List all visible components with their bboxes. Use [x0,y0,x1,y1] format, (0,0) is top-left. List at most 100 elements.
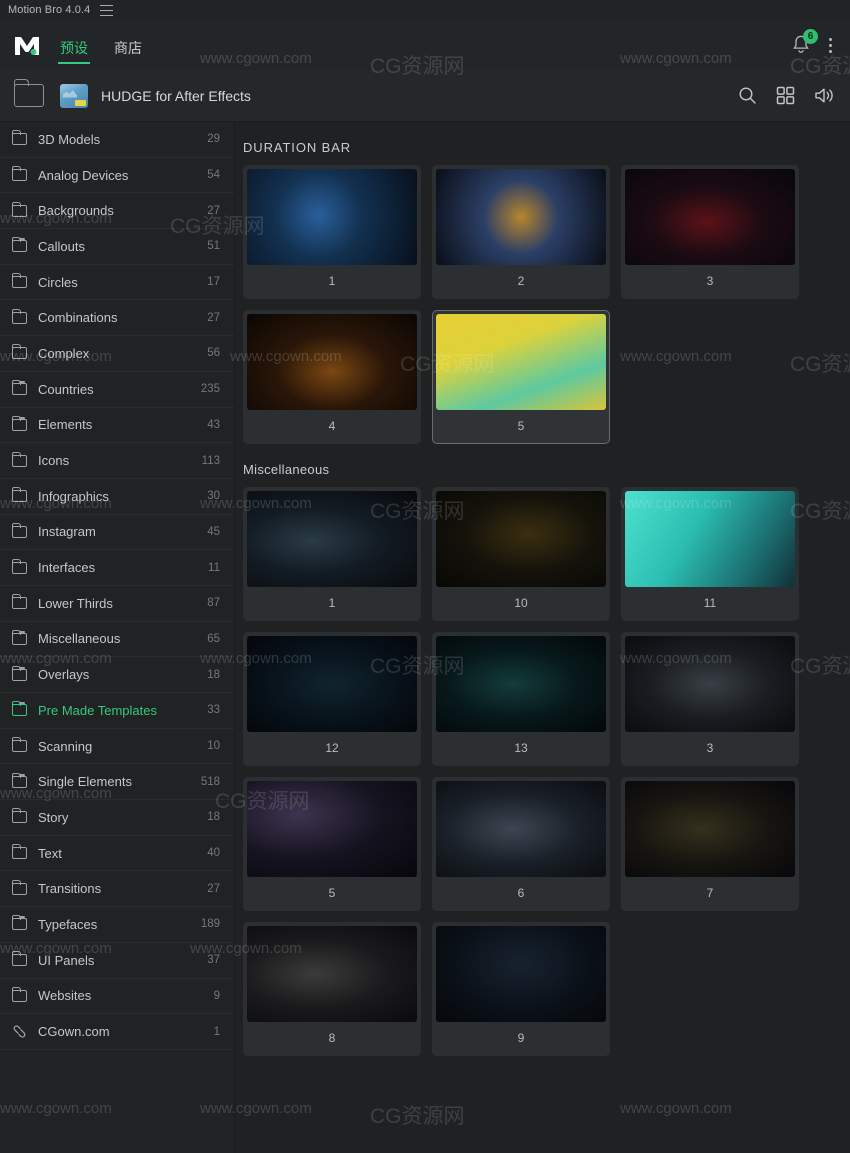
app-title: Motion Bro 4.0.4 [8,4,91,16]
sidebar-item-instagram[interactable]: Instagram 45 [0,515,234,551]
preset-card[interactable]: 5 [243,777,421,911]
sidebar-item-count: 518 [200,775,220,788]
sidebar-item-story[interactable]: Story 18 [0,800,234,836]
sidebar-item-countries[interactable]: Countries 235 [0,372,234,408]
preset-card[interactable]: 4 [243,310,421,444]
sidebar-item-overlays[interactable]: Overlays 18 [0,657,234,693]
link-icon [12,1025,27,1038]
sidebar-item-complex[interactable]: Complex 56 [0,336,234,372]
preset-card-label: 6 [517,886,525,900]
folder-up-icon[interactable] [13,79,44,107]
preset-thumbnail [436,314,606,410]
sidebar-item-elements[interactable]: Elements 43 [0,408,234,444]
sidebar-item-lower-thirds[interactable]: Lower Thirds 87 [0,586,234,622]
sidebar-item-label: Elements [38,417,93,433]
folder-icon [11,737,27,753]
section-title: Miscellaneous [243,462,330,477]
sidebar-item-count: 43 [207,418,220,431]
sidebar-item-scanning[interactable]: Scanning 10 [0,729,234,765]
preset-card-label: 2 [517,274,525,288]
hamburger-icon[interactable] [100,4,114,16]
preset-thumbnail [625,636,795,732]
preset-card[interactable]: 7 [621,777,799,911]
sidebar-item-label: Icons [38,453,70,469]
folder-open-icon [11,772,27,788]
sidebar-item-count: 65 [207,632,220,645]
sidebar-item-transitions[interactable]: Transitions 27 [0,871,234,908]
header-tabs: 预设 商店 [58,20,144,70]
sidebar-item-label: Websites [38,988,92,1004]
sidebar-item-text[interactable]: Text 40 [0,836,234,872]
preset-thumbnail [436,781,606,877]
sidebar-item-pre-made-templates[interactable]: Pre Made Templates 33 [0,693,234,729]
more-options-icon[interactable] [825,36,836,55]
folder-open-icon [11,629,27,645]
preset-card-label: 5 [517,419,525,433]
preset-card[interactable]: 2 [432,165,610,299]
sidebar-item-single-elements[interactable]: Single Elements 518 [0,764,234,801]
sidebar-item-callouts[interactable]: Callouts 51 [0,229,234,265]
sidebar-item-label: Interfaces [38,560,96,576]
sidebar-item-count: 87 [207,597,220,610]
preset-card[interactable]: 6 [432,777,610,911]
preset-card[interactable]: 11 [621,487,799,621]
preset-card[interactable]: 8 [243,922,421,1056]
grid-view-icon[interactable] [776,86,795,105]
preset-card[interactable]: 1 [243,165,421,299]
sidebar-item-icons[interactable]: Icons 113 [0,443,234,479]
sidebar-item-label: Typefaces [38,916,98,932]
tab-store[interactable]: 商店 [112,20,144,70]
motion-bro-logo [12,30,42,60]
sidebar-item-count: 45 [207,525,220,538]
sidebar-item-label: Callouts [38,238,85,254]
folder-open-icon [11,415,27,431]
preset-card[interactable]: 13 [432,632,610,766]
sidebar-item-label: Combinations [38,310,118,326]
sidebar-item-label: Pre Made Templates [38,702,157,718]
sidebar-item-backgrounds[interactable]: Backgrounds 27 [0,193,234,230]
notifications-button[interactable]: 6 [791,29,818,56]
preset-thumbnail [247,169,417,265]
sidebar-item-infographics[interactable]: Infographics 30 [0,479,234,515]
tab-presets[interactable]: 预设 [58,20,90,70]
preset-card[interactable]: 12 [243,632,421,766]
preset-card[interactable]: 1 [243,487,421,621]
sidebar-item-typefaces[interactable]: Typefaces 189 [0,907,234,943]
preset-card[interactable]: 5 [432,310,610,444]
sidebar-item-label: Miscellaneous [38,631,121,647]
folder-icon [11,986,27,1002]
folder-icon [11,308,27,324]
sidebar-item-websites[interactable]: Websites 9 [0,979,234,1015]
category-sidebar[interactable]: 3D Models 29 Analog Devices 54 Backgrounds 27… [0,122,235,1153]
preset-card[interactable]: 3 [621,632,799,766]
breadcrumb-actions [738,86,836,105]
preset-card-label: 3 [706,741,714,755]
preset-card-label: 10 [514,596,528,610]
preset-card-label: 4 [328,419,336,433]
sidebar-item-circles[interactable]: Circles 17 [0,265,234,301]
sidebar-item-ui-panels[interactable]: UI Panels 37 [0,943,234,979]
preset-card[interactable]: 10 [432,487,610,621]
folder-icon [11,201,27,217]
preset-grid-area[interactable]: DURATION BAR 1 2 3 4 5 Miscellaneous 1 10 11 12 13 3… [235,122,850,1153]
sidebar-item-count: 37 [207,954,220,967]
folder-icon [11,451,27,467]
breadcrumb: HUDGE for After Effects [0,70,850,122]
sidebar-item-miscellaneous[interactable]: Miscellaneous 65 [0,622,234,658]
sidebar-item-analog-devices[interactable]: Analog Devices 54 [0,158,234,194]
preset-thumbnail [436,491,606,587]
sidebar-item-interfaces[interactable]: Interfaces 11 [0,550,234,586]
sidebar-item-label: Circles [38,274,78,290]
folder-icon [11,844,27,860]
sidebar-item-3d-models[interactable]: 3D Models 29 [0,122,234,158]
sound-icon[interactable] [814,86,836,105]
folder-icon [11,487,27,503]
sidebar-item-combinations[interactable]: Combinations 27 [0,300,234,337]
search-icon[interactable] [738,86,757,105]
preset-thumbnail [436,636,606,732]
preset-grid: 1 2 3 4 5 [235,165,850,444]
sidebar-item-cgown-com[interactable]: CGown.com 1 [0,1014,234,1050]
folder-icon [11,879,27,895]
preset-card[interactable]: 9 [432,922,610,1056]
preset-card[interactable]: 3 [621,165,799,299]
